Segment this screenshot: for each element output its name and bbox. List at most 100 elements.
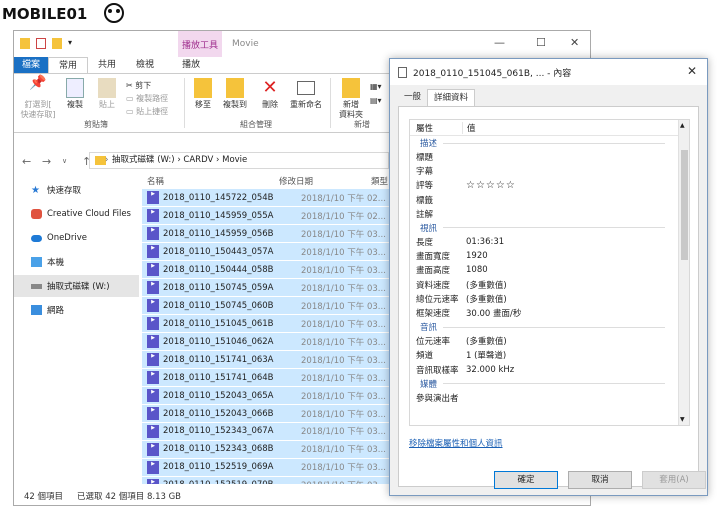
file-name: 2018_0110_152519_070B	[163, 480, 283, 484]
copy-path-button[interactable]: ▭ 複製路徑	[126, 93, 168, 104]
move-to-button[interactable]: 移至	[190, 78, 216, 110]
tab-general[interactable]: 一般	[398, 89, 427, 106]
new-folder-icon	[342, 78, 360, 98]
copy-to-label: 複製到	[223, 100, 247, 109]
scrollbar[interactable]: ▲ ▼	[678, 120, 689, 425]
video-file-icon: ▶	[147, 371, 159, 385]
new-item-icon[interactable]: ▦▾	[370, 82, 382, 91]
details-pane: 屬性 值 描述 標題 字幕 評等 ☆☆☆☆☆ 標籤 註解 視訊 長度 01:36:31 畫面寬度 19…	[398, 106, 699, 487]
maximize-icon[interactable]: ☐	[536, 36, 546, 49]
property-value: 1920	[466, 251, 488, 262]
watermark-text: MOBILE01	[2, 5, 87, 23]
column-type[interactable]: 類型	[371, 175, 388, 187]
property-list[interactable]: 屬性 值 描述 標題 字幕 評等 ☆☆☆☆☆ 標籤 註解 視訊 長度 01:36:31 畫面寬度 19…	[409, 119, 690, 426]
breadcrumb-cardv[interactable]: CARDV	[183, 155, 213, 165]
scroll-down-icon[interactable]: ▼	[680, 416, 685, 423]
new-folder-button[interactable]: 新增 資料夾	[334, 78, 368, 120]
property-row[interactable]: 標題	[410, 150, 689, 164]
property-row[interactable]: 資料速度 (多重數值)	[410, 278, 689, 292]
sidebar-item-creative-cloud[interactable]: Creative Cloud Files	[14, 203, 139, 225]
pin-quick-access-button[interactable]: 📌 釘選到[ 快速存取]	[18, 76, 58, 120]
property-row[interactable]: 字幕	[410, 164, 689, 178]
sidebar-item-this-pc[interactable]: 本機	[14, 251, 139, 273]
tab-details[interactable]: 詳細資料	[427, 89, 476, 106]
video-file-icon: ▶	[147, 263, 159, 277]
file-date: 2018/1/10 下午 03...	[301, 355, 386, 366]
property-row[interactable]: 長度 01:36:31	[410, 235, 689, 249]
address-box[interactable]: › 抽取式磁碟 (W:) › CARDV › Movie	[89, 152, 389, 169]
property-row[interactable]: 畫面高度 1080	[410, 263, 689, 277]
property-row[interactable]: 框架速度 30.00 畫面/秒	[410, 306, 689, 320]
property-key: 位元速率	[416, 337, 451, 348]
remove-properties-link[interactable]: 移除檔案屬性和個人資訊	[409, 437, 503, 449]
property-key: 框架速度	[416, 308, 451, 319]
sidebar-item-quick-access[interactable]: ★ 快速存取	[14, 179, 139, 201]
tab-play[interactable]: 播放	[172, 57, 210, 73]
close-icon[interactable]: ✕	[570, 36, 579, 49]
file-name: 2018_0110_151741_064B	[163, 372, 274, 383]
cut-button[interactable]: ✂ 剪下	[126, 80, 151, 91]
path-icon: ▭	[126, 94, 134, 103]
copy-button[interactable]: 複製	[62, 78, 88, 110]
group-clipboard: 剪貼簿	[84, 120, 108, 129]
video-file-icon: ▶	[147, 209, 159, 223]
folder-icon[interactable]	[20, 38, 30, 49]
forward-arrow-icon[interactable]: →	[42, 155, 54, 168]
property-key: 長度	[416, 238, 434, 249]
copy-to-button[interactable]: 複製到	[220, 78, 250, 110]
video-file-icon: ▶	[147, 478, 159, 484]
property-row[interactable]: 註解	[410, 207, 689, 221]
new-folder-icon[interactable]	[52, 38, 62, 49]
minimize-icon[interactable]: —	[494, 36, 505, 49]
breadcrumb-movie[interactable]: Movie	[222, 155, 247, 165]
file-date: 2018/1/10 下午 03...	[301, 283, 386, 294]
video-file-icon: ▶	[147, 245, 159, 259]
divider	[184, 78, 185, 128]
back-arrow-icon[interactable]: ←	[22, 155, 34, 168]
easy-access-icon[interactable]: ▤▾	[370, 96, 382, 105]
properties-icon[interactable]	[36, 38, 46, 49]
apply-button[interactable]: 套用(A)	[642, 471, 706, 489]
delete-button[interactable]: ✕ 刪除	[258, 78, 282, 110]
column-name[interactable]: 名稱	[142, 175, 279, 187]
column-property[interactable]: 屬性	[410, 122, 462, 134]
property-key: 畫面寬度	[416, 252, 451, 263]
property-row[interactable]: 畫面寬度 1920	[410, 249, 689, 263]
customize-dropdown-icon[interactable]: ▾	[68, 38, 72, 49]
ok-button[interactable]: 確定	[494, 471, 558, 489]
property-row[interactable]: 音訊取樣率 32.000 kHz	[410, 362, 689, 376]
tab-view[interactable]: 檢視	[126, 57, 164, 73]
tab-home[interactable]: 常用	[48, 57, 89, 73]
property-key: 標題	[416, 153, 434, 164]
scroll-up-icon[interactable]: ▲	[680, 122, 685, 129]
rating-stars-icon[interactable]: ☆☆☆☆☆	[466, 180, 516, 191]
breadcrumb-drive[interactable]: 抽取式磁碟 (W:)	[112, 155, 175, 165]
file-date: 2018/1/10 下午 02...	[301, 193, 386, 204]
file-date: 2018/1/10 下午 03...	[301, 463, 386, 474]
close-icon[interactable]: ✕	[687, 64, 697, 78]
recent-dropdown-icon[interactable]: ∨	[62, 157, 74, 165]
sidebar-item-onedrive[interactable]: OneDrive	[14, 227, 139, 249]
column-date[interactable]: 修改日期	[279, 175, 371, 187]
file-name: 2018_0110_145959_056B	[163, 228, 274, 239]
breadcrumb-sep-icon: ›	[105, 155, 109, 165]
property-section: 描述	[410, 136, 689, 150]
paste-button[interactable]: 貼上	[94, 78, 120, 110]
rename-button[interactable]: 重新命名	[288, 78, 324, 110]
property-row[interactable]: 評等 ☆☆☆☆☆	[410, 178, 689, 192]
property-row[interactable]: 位元速率 (多重數值)	[410, 334, 689, 348]
property-row[interactable]: 頻道 1 (單聲道)	[410, 348, 689, 362]
sidebar-item-removable-drive[interactable]: 抽取式磁碟 (W:)	[14, 275, 139, 297]
file-name: 2018_0110_150745_059A	[163, 282, 274, 293]
tab-file[interactable]: 檔案	[14, 57, 49, 73]
property-row[interactable]: 總位元速率 (多重數值)	[410, 292, 689, 306]
context-tab-playback-tools[interactable]: 播放工具	[178, 31, 222, 57]
cancel-button[interactable]: 取消	[568, 471, 632, 489]
paste-shortcut-button[interactable]: ▭ 貼上捷徑	[126, 106, 168, 117]
property-row[interactable]: 標籤	[410, 193, 689, 207]
property-row[interactable]: 參與演出者	[410, 391, 689, 405]
tab-share[interactable]: 共用	[88, 57, 126, 73]
sidebar-item-network[interactable]: 網路	[14, 299, 139, 321]
column-value[interactable]: 值	[462, 121, 476, 134]
scrollbar-thumb[interactable]	[681, 150, 688, 260]
